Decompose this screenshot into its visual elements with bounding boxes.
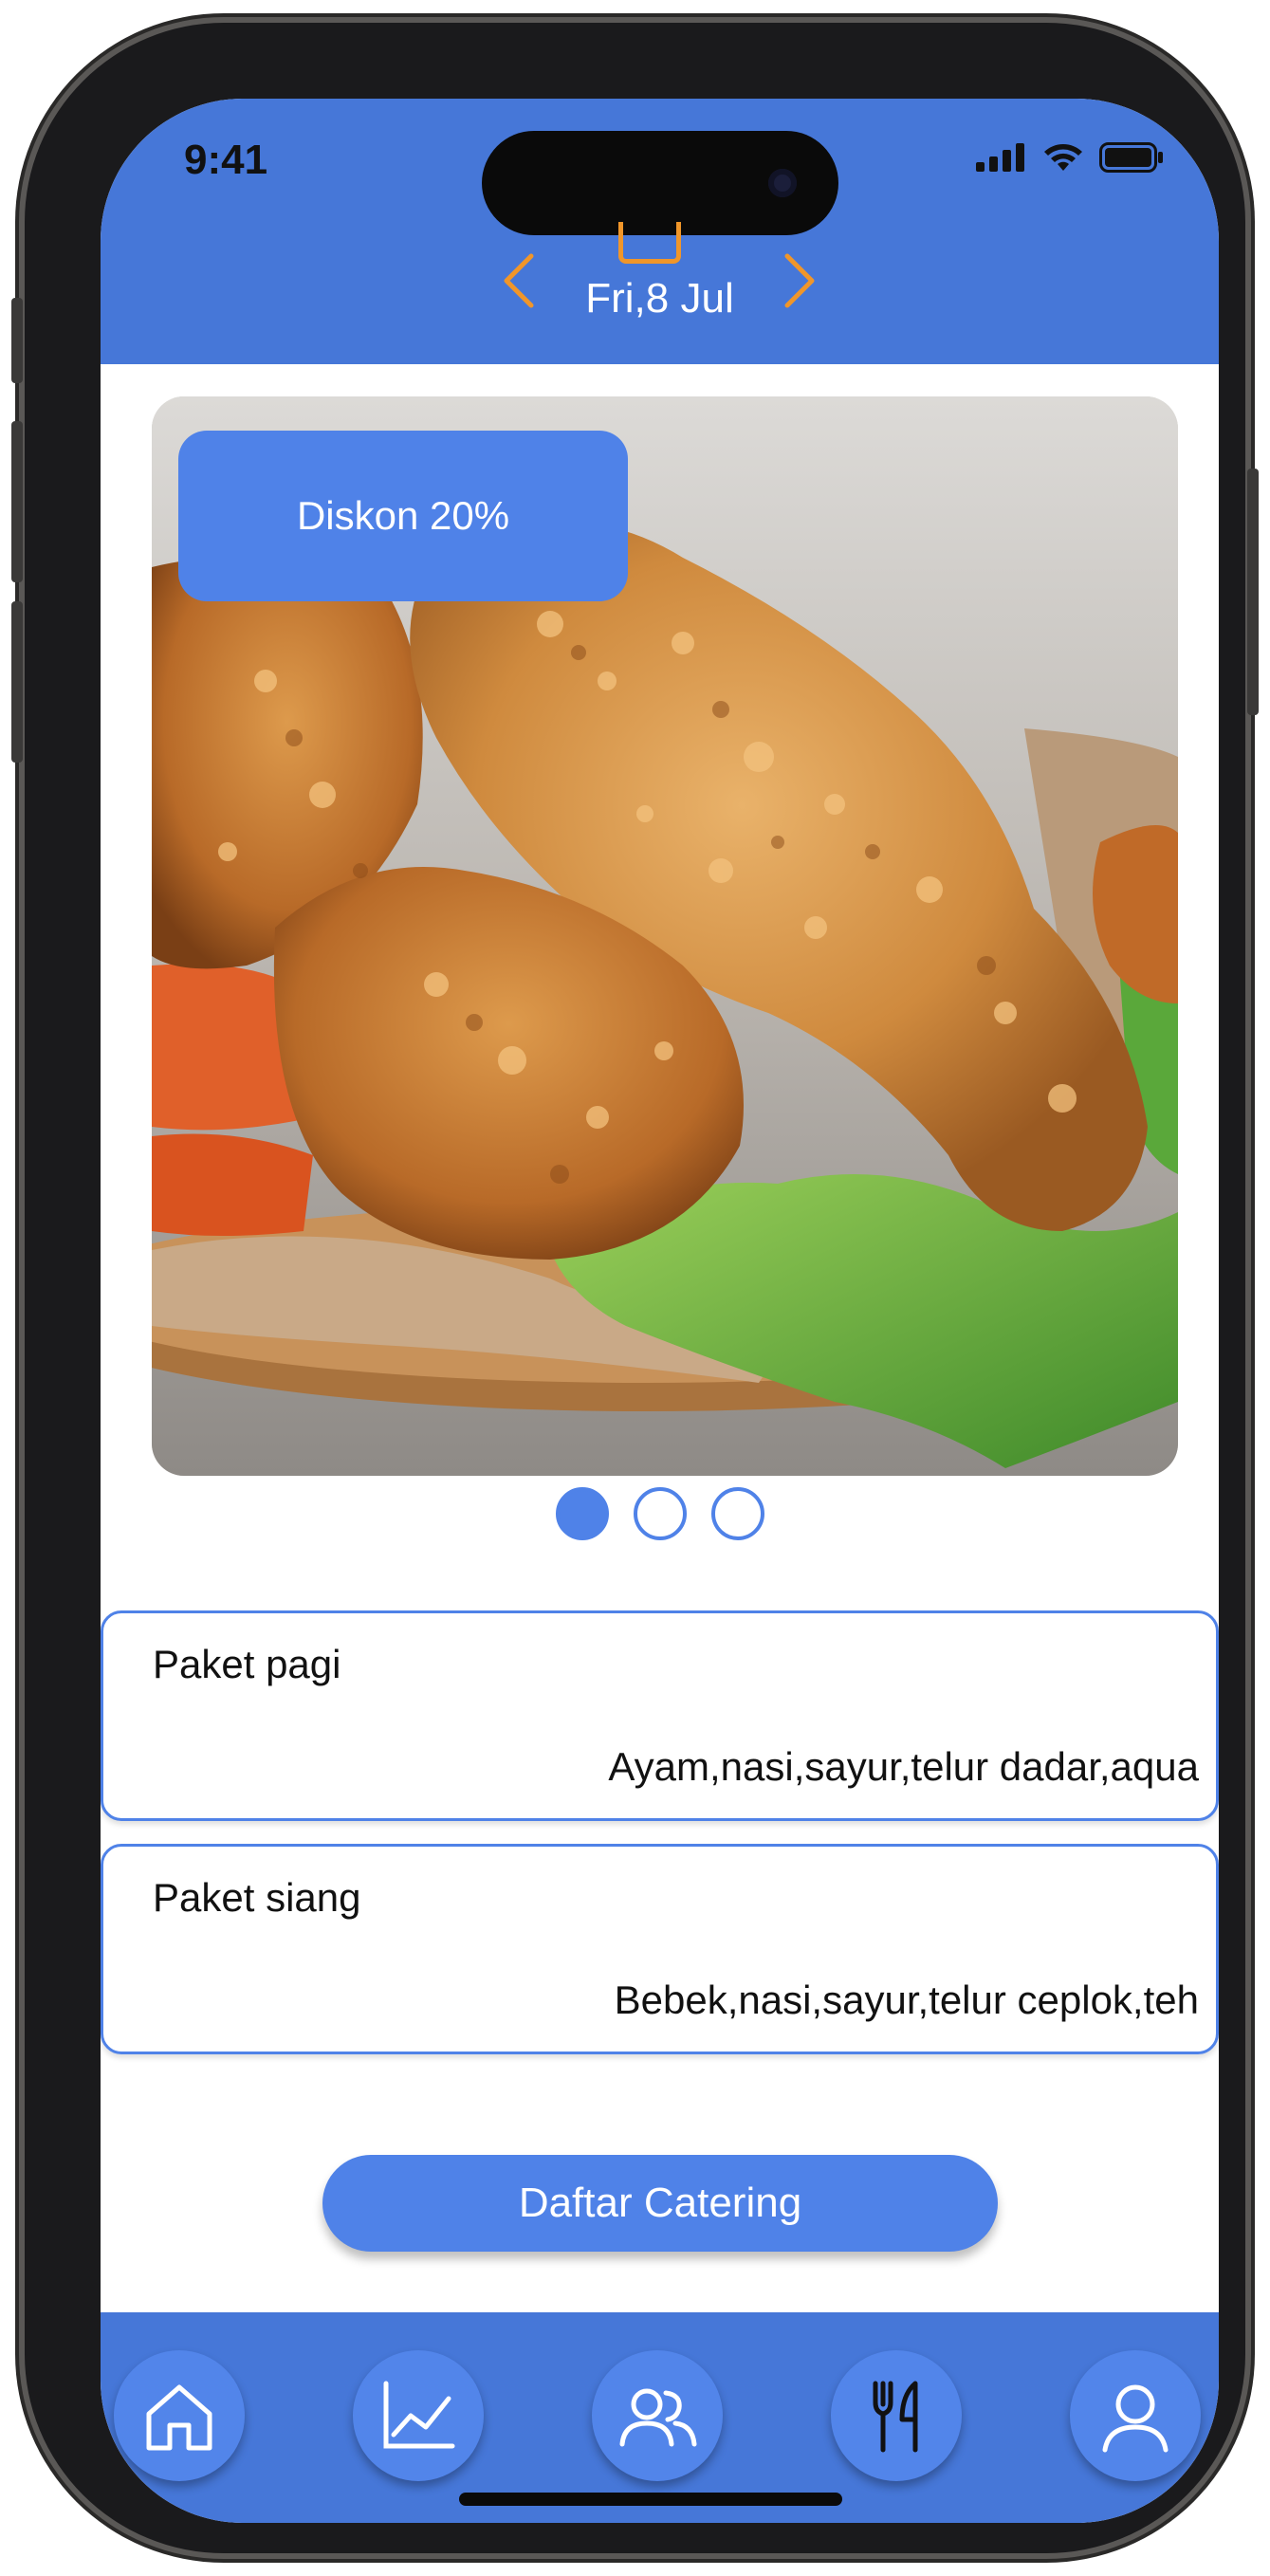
promo-image[interactable]: Diskon 20% [152,396,1178,1476]
chart-icon [383,2381,455,2449]
tab-community[interactable] [592,2350,723,2481]
status-time: 9:41 [184,137,268,183]
profile-icon [1102,2384,1169,2453]
carousel-dot-2[interactable] [633,1487,687,1540]
volume-down-button [11,601,23,763]
carousel-dot-3[interactable] [710,1487,764,1540]
battery-icon [1099,142,1163,173]
mute-switch [11,298,23,383]
package-card-pagi[interactable]: Paket pagi Ayam,nasi,sayur,telur dadar,a… [101,1610,1219,1821]
tab-stats[interactable] [353,2350,484,2481]
discount-badge: Diskon 20% [178,431,628,601]
tab-profile[interactable] [1070,2350,1201,2481]
app-screen: 9:41 Fri,8 Jul Diskon 20% Paket pagi Aya… [101,99,1219,2523]
header: 9:41 Fri,8 Jul [101,99,1219,364]
tab-home[interactable] [114,2350,245,2481]
dynamic-island [482,131,838,235]
phone-frame: 9:41 Fri,8 Jul Diskon 20% Paket pagi Aya… [11,23,1259,2553]
wifi-icon [1044,144,1082,171]
daftar-catering-button[interactable]: Daftar Catering [322,2155,998,2252]
signal-icon [976,143,1024,172]
tab-menu[interactable] [831,2350,962,2481]
camera-icon [768,169,797,197]
bottom-tab-bar [101,2312,1219,2523]
package-description: Bebek,nasi,sayur,telur ceplok,teh [614,1978,1199,2022]
package-description: Ayam,nasi,sayur,telur dadar,aqua [608,1744,1199,1789]
home-indicator[interactable] [459,2493,842,2506]
carousel-indicator [101,1487,1219,1548]
package-card-siang[interactable]: Paket siang Bebek,nasi,sayur,telur ceplo… [101,1844,1219,2054]
package-title: Paket siang [153,1875,361,1920]
date-navigator: Fri,8 Jul [101,222,1219,355]
package-title: Paket pagi [153,1642,341,1686]
status-icons [976,142,1164,173]
volume-up-button [11,421,23,582]
power-button [1247,469,1259,715]
calendar-icon[interactable] [618,222,681,264]
carousel-dot-1[interactable] [555,1487,609,1540]
utensils-icon [873,2381,918,2453]
date-label: Fri,8 Jul [585,275,734,322]
home-icon [146,2384,212,2451]
users-icon [619,2388,697,2447]
